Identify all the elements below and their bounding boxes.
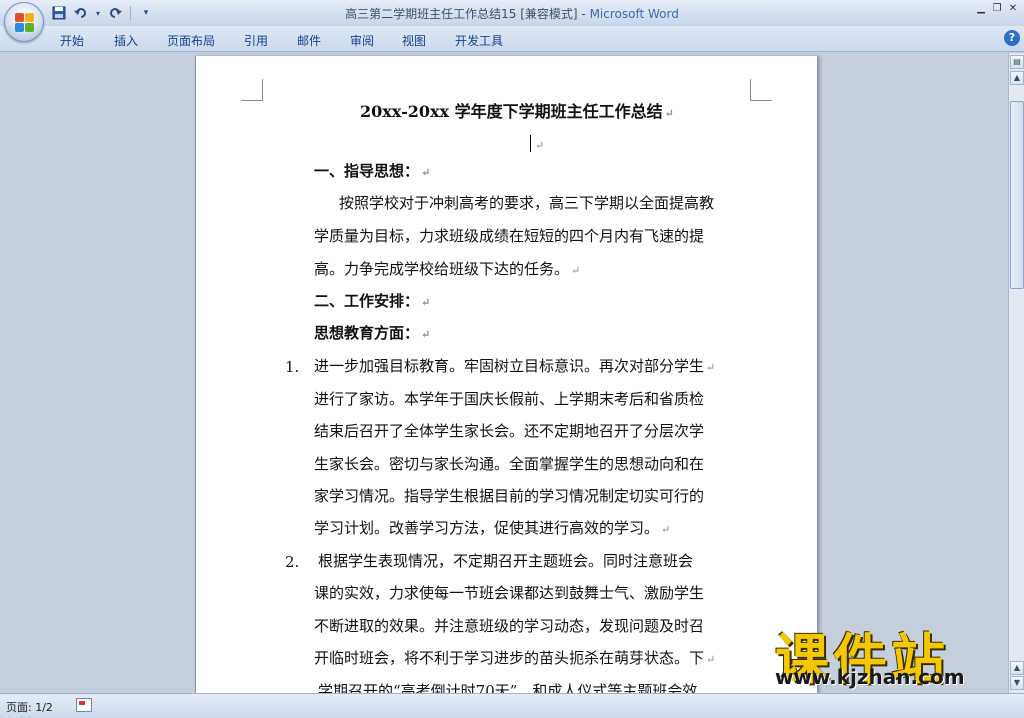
paragraph-mark: ↵ (535, 139, 545, 152)
line-text: 思想教育方面： (314, 324, 420, 342)
section-heading-arrangement: 二、工作安排： ↵ (314, 291, 430, 313)
list-item-line: 进行了家访。本学年于国庆长假前、上学期末考后和省质检 (314, 389, 704, 409)
line-text: 二、工作安排： (314, 292, 420, 310)
paragraph-line: 学质量为目标，力求班级成绩在短短的四个月内有飞速的提 (314, 226, 704, 246)
line-text: 学质量为目标，力求班级成绩在短短的四个月内有飞速的提 (314, 227, 705, 245)
line-text: 生家长会。密切与家长沟通。全面掌握学生的思想动向和在 (314, 455, 705, 473)
line-text: 学期召开的“高考倒计时70天”、和成人仪式等主题班会效 (318, 682, 698, 693)
document-title: 20xx-20xx 学年度下学期班主任工作总结 ↵ (360, 102, 674, 124)
tab-home[interactable]: 开始 (60, 30, 84, 51)
close-icon[interactable]: ✕ (1006, 2, 1020, 16)
list-item-line: 生家长会。密切与家长沟通。全面掌握学生的思想动向和在 (314, 454, 704, 474)
paragraph-mark: ↵ (421, 328, 431, 341)
help-icon[interactable]: ? (1004, 30, 1020, 46)
list-item-line: 不断进取的效果。并注意班级的学习动态，发现问题及时召 (314, 616, 704, 636)
list-item-line: 进一步加强目标教育。牢固树立目标意识。再次对部分学生 ↵ (314, 356, 715, 378)
office-logo-icon (15, 13, 35, 33)
scroll-thumb[interactable] (1010, 101, 1024, 289)
window-controls: ▁ ❐ ✕ (974, 2, 1020, 16)
paragraph-mark: ↵ (706, 361, 716, 374)
line-text: 进行了家访。本学年于国庆长假前、上学期末考后和省质检 (314, 390, 705, 408)
minimize-icon[interactable]: ▁ (974, 2, 988, 16)
scroll-up-icon[interactable]: ▲ (1010, 71, 1024, 85)
tab-review[interactable]: 审阅 (350, 30, 374, 51)
app-name: Microsoft Word (589, 7, 679, 21)
line-text: 学习计划。改善学习方法，促使其进行高效的学习。 (314, 519, 660, 537)
list-item-line: 家学习情况。指导学生根据目前的学习情况制定切实可行的 (314, 486, 704, 506)
tab-insert[interactable]: 插入 (114, 30, 138, 51)
paragraph-mark: ↵ (571, 264, 581, 277)
line-text: 课的实效，力求使每一节班会课都达到鼓舞士气、激励学生 (314, 584, 705, 602)
paragraph-mark: ↵ (421, 166, 431, 179)
tab-mailings[interactable]: 邮件 (297, 30, 321, 51)
vertical-scrollbar[interactable]: ▤ ▲ ▲ ▼ (1008, 53, 1024, 693)
document-page[interactable]: 20xx-20xx 学年度下学期班主任工作总结 ↵ ↵ 一、指导思想： ↵ 按照学校… (195, 56, 818, 693)
line-text: 按照学校对于冲刺高考的要求，高三下学期以全面提高教 (339, 194, 715, 212)
tab-references[interactable]: 引用 (244, 30, 268, 51)
line-text: 开临时班会，将不利于学习进步的苗头扼杀在萌芽状态。下 (314, 649, 705, 667)
list-item-line: 根据学生表现情况，不定期召开主题班会。同时注意班会 (318, 551, 693, 571)
line-text: 一、指导思想： (314, 162, 420, 180)
list-item-line: 学习计划。改善学习方法，促使其进行高效的学习。 ↵ (314, 518, 670, 540)
ruler-toggle-icon[interactable]: ▤ (1010, 55, 1024, 69)
list-item-line: 课的实效，力求使每一节班会课都达到鼓舞士气、激励学生 (314, 583, 704, 603)
watermark-logo: 课件站 www.kjzhan.com (775, 615, 1015, 691)
text-cursor (530, 135, 531, 152)
list-item-line: 开临时班会，将不利于学习进步的苗头扼杀在萌芽状态。下 ↵ (314, 648, 715, 670)
paragraph-mark: ↵ (706, 653, 716, 666)
list-item-line: 学期召开的“高考倒计时70天”、和成人仪式等主题班会效 (318, 681, 697, 693)
macro-record-icon[interactable] (76, 698, 92, 712)
title-bar: ▾ ▾ 高三第二学期班主任工作总结15 [兼容模式] - Microsoft W… (0, 0, 1024, 26)
list-number: 2. (285, 553, 300, 571)
empty-paragraph: ↵ (533, 134, 544, 156)
status-bar: 页面: 1/2 (0, 693, 1024, 718)
paragraph-mark: ↵ (664, 107, 674, 120)
window-title: 高三第二学期班主任工作总结15 [兼容模式] - Microsoft Word (0, 5, 1024, 22)
line-text: 高。力争完成学校给班级下达的任务。 (314, 260, 570, 278)
list-item-line: 结束后召开了全体学生家长会。还不定期地召开了分层次学 (314, 421, 704, 441)
paragraph-line: 按照学校对于冲刺高考的要求，高三下学期以全面提高教 (339, 193, 714, 213)
section-heading-guiding: 一、指导思想： ↵ (314, 161, 430, 183)
paragraph-mark: ↵ (421, 296, 431, 309)
paragraph-line: 高。力争完成学校给班级下达的任务。 ↵ (314, 259, 580, 281)
line-text: 不断进取的效果。并注意班级的学习动态，发现问题及时召 (314, 617, 705, 635)
page-count[interactable]: 页面: 1/2 (6, 699, 53, 715)
line-text: 家学习情况。指导学生根据目前的学习情况制定切实可行的 (314, 487, 705, 505)
crop-mark-top-left (241, 79, 263, 101)
document-workspace: 20xx-20xx 学年度下学期班主任工作总结 ↵ ↵ 一、指导思想： ↵ 按照学校… (0, 53, 1008, 693)
document-name: 高三第二学期班主任工作总结15 [兼容模式] - (345, 7, 590, 21)
line-text: 结束后召开了全体学生家长会。还不定期地召开了分层次学 (314, 422, 705, 440)
document-title-text: 20xx-20xx 学年度下学期班主任工作总结 (360, 102, 663, 121)
subsection-heading-ideology: 思想教育方面： ↵ (314, 323, 430, 345)
restore-icon[interactable]: ❐ (990, 2, 1004, 16)
crop-mark-top-right (750, 79, 772, 101)
office-button[interactable] (4, 2, 44, 42)
tab-page-layout[interactable]: 页面布局 (167, 30, 215, 51)
watermark-url: www.kjzhan.com (775, 665, 965, 689)
paragraph-mark: ↵ (661, 523, 671, 536)
line-text: 进一步加强目标教育。牢固树立目标意识。再次对部分学生 (314, 357, 705, 375)
tab-view[interactable]: 视图 (402, 30, 426, 51)
line-text: 根据学生表现情况，不定期召开主题班会。同时注意班会 (318, 552, 694, 570)
ribbon-tabs: 开始 插入 页面布局 引用 邮件 审阅 视图 开发工具 ? (0, 26, 1024, 52)
tab-developer[interactable]: 开发工具 (455, 30, 503, 51)
list-number: 1. (285, 358, 300, 376)
